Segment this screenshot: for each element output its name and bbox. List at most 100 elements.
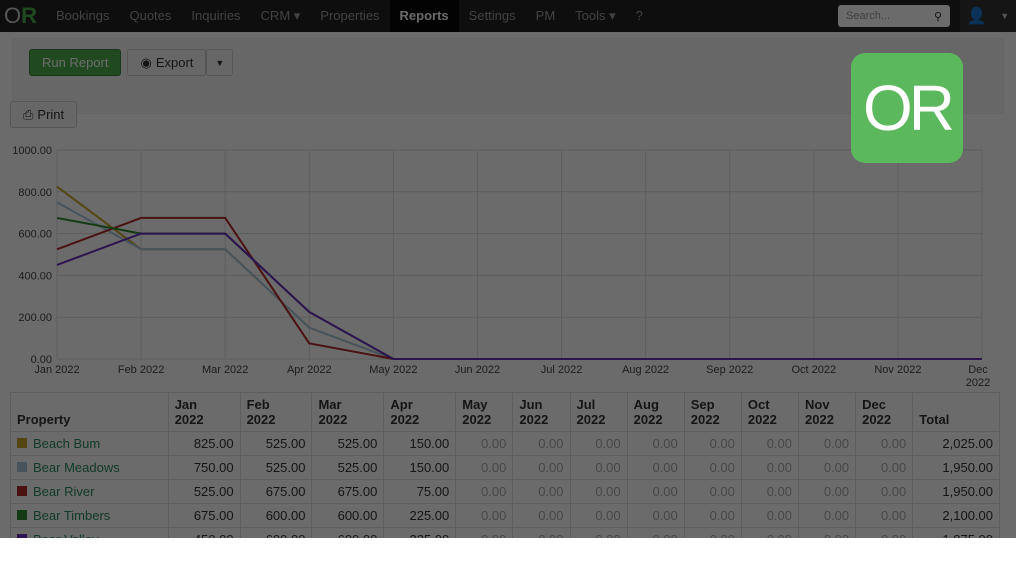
value-cell: 750.00 xyxy=(167,455,241,480)
export-label: Export xyxy=(155,55,194,70)
property-link[interactable]: Bear Timbers xyxy=(33,508,110,523)
property-link[interactable]: Bear Meadows xyxy=(33,460,120,475)
column-header[interactable]: Feb 2022 xyxy=(239,392,313,432)
value-cell: 0.00 xyxy=(855,455,914,480)
search-placeholder: Search... xyxy=(846,10,891,22)
value-cell: 0.00 xyxy=(855,527,914,538)
top-nav: OR Bookings Quotes Inquiries CRM ▾ Propertie… xyxy=(0,0,1016,32)
series-line-beach-bum xyxy=(56,185,982,360)
nav-item[interactable]: PM xyxy=(526,0,566,32)
column-header[interactable]: Jul 2022 xyxy=(569,392,628,432)
table-row: Beach Bum 825.00 525.00 525.00 150.00 0.00 0.0… xyxy=(10,431,1000,456)
value-cell: 675.00 xyxy=(311,479,385,504)
value-cell: 675.00 xyxy=(239,479,313,504)
value-cell: 0.00 xyxy=(455,431,514,456)
color-swatch xyxy=(17,486,27,496)
value-cell: 0.00 xyxy=(855,431,914,456)
nav-item[interactable]: CRM ▾ xyxy=(251,0,311,32)
series-line-bear-meadows xyxy=(56,201,982,360)
value-cell: 225.00 xyxy=(383,503,457,528)
logo[interactable]: OR xyxy=(0,3,46,29)
value-cell: 600.00 xyxy=(311,503,385,528)
value-cell: 0.00 xyxy=(683,527,742,538)
property-cell[interactable]: Bear Timbers xyxy=(10,503,169,528)
value-cell: 0.00 xyxy=(512,479,571,504)
value-cell: 0.00 xyxy=(797,479,857,504)
value-cell: 0.00 xyxy=(455,527,514,538)
y-tick-label: 400.00 xyxy=(18,270,52,282)
value-cell: 0.00 xyxy=(512,527,571,538)
nav-item[interactable]: Bookings xyxy=(46,0,119,32)
total-cell: 1,950.00 xyxy=(912,479,1000,504)
value-cell: 0.00 xyxy=(855,503,914,528)
x-tick-label: May 2022 xyxy=(369,364,417,376)
value-cell: 0.00 xyxy=(797,455,857,480)
property-cell[interactable]: Bear Valley xyxy=(10,527,169,538)
value-cell: 0.00 xyxy=(740,527,800,538)
export-dropdown-button[interactable]: ▼ xyxy=(206,49,234,76)
value-cell: 600.00 xyxy=(311,527,385,538)
export-button[interactable]: ◉ Export xyxy=(127,49,207,76)
value-cell: 0.00 xyxy=(740,479,800,504)
value-cell: 675.00 xyxy=(167,503,241,528)
y-tick-label: 200.00 xyxy=(18,312,52,324)
column-header[interactable]: Jun 2022 xyxy=(512,392,571,432)
column-header[interactable]: Mar 2022 xyxy=(311,392,385,432)
value-cell: 0.00 xyxy=(626,455,685,480)
series-line-bear-river xyxy=(56,216,982,360)
total-cell: 2,025.00 xyxy=(912,431,1000,456)
run-report-button[interactable]: Run Report xyxy=(29,49,122,76)
property-link[interactable]: Beach Bum xyxy=(33,436,100,451)
nav-item[interactable]: Tools ▾ xyxy=(565,0,626,32)
column-header[interactable]: Jan 2022 xyxy=(167,392,241,432)
print-label: Print xyxy=(37,107,65,122)
column-header[interactable]: Aug 2022 xyxy=(626,392,685,432)
value-cell: 0.00 xyxy=(569,479,628,504)
value-cell: 0.00 xyxy=(569,527,628,538)
value-cell: 600.00 xyxy=(239,527,313,538)
value-cell: 0.00 xyxy=(683,479,742,504)
table-row: Bear Timbers 675.00 600.00 600.00 225.00 0.00… xyxy=(10,503,1000,528)
property-link[interactable]: Bear River xyxy=(33,484,94,499)
nav-item[interactable]: Quotes xyxy=(119,0,181,32)
color-swatch xyxy=(17,438,27,448)
x-tick-label: Nov 2022 xyxy=(874,364,921,376)
eye-icon: ◉ xyxy=(140,54,152,70)
property-cell[interactable]: Bear Meadows xyxy=(10,455,169,480)
value-cell: 0.00 xyxy=(455,479,514,504)
property-cell[interactable]: Beach Bum xyxy=(10,431,169,456)
column-header[interactable]: Total xyxy=(912,392,1000,432)
y-tick-label: 600.00 xyxy=(18,229,52,241)
nav-item[interactable]: Inquiries xyxy=(181,0,250,32)
value-cell: 600.00 xyxy=(239,503,313,528)
x-tick-label: Jul 2022 xyxy=(541,364,583,376)
value-cell: 525.00 xyxy=(167,479,241,504)
column-header[interactable]: Dec 2022 xyxy=(855,392,914,432)
property-link[interactable]: Bear Valley xyxy=(33,532,99,538)
property-cell[interactable]: Bear River xyxy=(10,479,169,504)
column-header[interactable]: Oct 2022 xyxy=(740,392,800,432)
value-cell: 225.00 xyxy=(383,527,457,538)
nav-item[interactable]: Properties xyxy=(310,0,389,32)
value-cell: 525.00 xyxy=(239,431,313,456)
column-header[interactable]: Nov 2022 xyxy=(797,392,857,432)
search-icon[interactable]: ⚲ xyxy=(934,10,942,23)
value-cell: 525.00 xyxy=(239,455,313,480)
x-tick-label: Jun 2022 xyxy=(455,364,500,376)
user-menu[interactable]: 👤 ▼ xyxy=(960,0,1016,32)
column-header[interactable]: Sep 2022 xyxy=(683,392,742,432)
column-header[interactable]: Property xyxy=(10,392,169,432)
nav-item[interactable]: Reports xyxy=(389,0,459,32)
search-input[interactable]: Search... ⚲ xyxy=(838,5,950,27)
value-cell: 150.00 xyxy=(383,431,457,456)
value-cell: 525.00 xyxy=(311,431,385,456)
or-logo-badge: OR xyxy=(851,53,963,163)
nav-item[interactable]: ? xyxy=(626,0,653,32)
series-line-bear-timbers xyxy=(56,216,982,360)
value-cell: 0.00 xyxy=(683,431,742,456)
x-tick-label: Mar 2022 xyxy=(202,364,248,376)
print-button[interactable]: ⎙ Print xyxy=(10,101,78,128)
column-header[interactable]: May 2022 xyxy=(455,392,514,432)
nav-item[interactable]: Settings xyxy=(459,0,526,32)
column-header[interactable]: Apr 2022 xyxy=(383,392,457,432)
